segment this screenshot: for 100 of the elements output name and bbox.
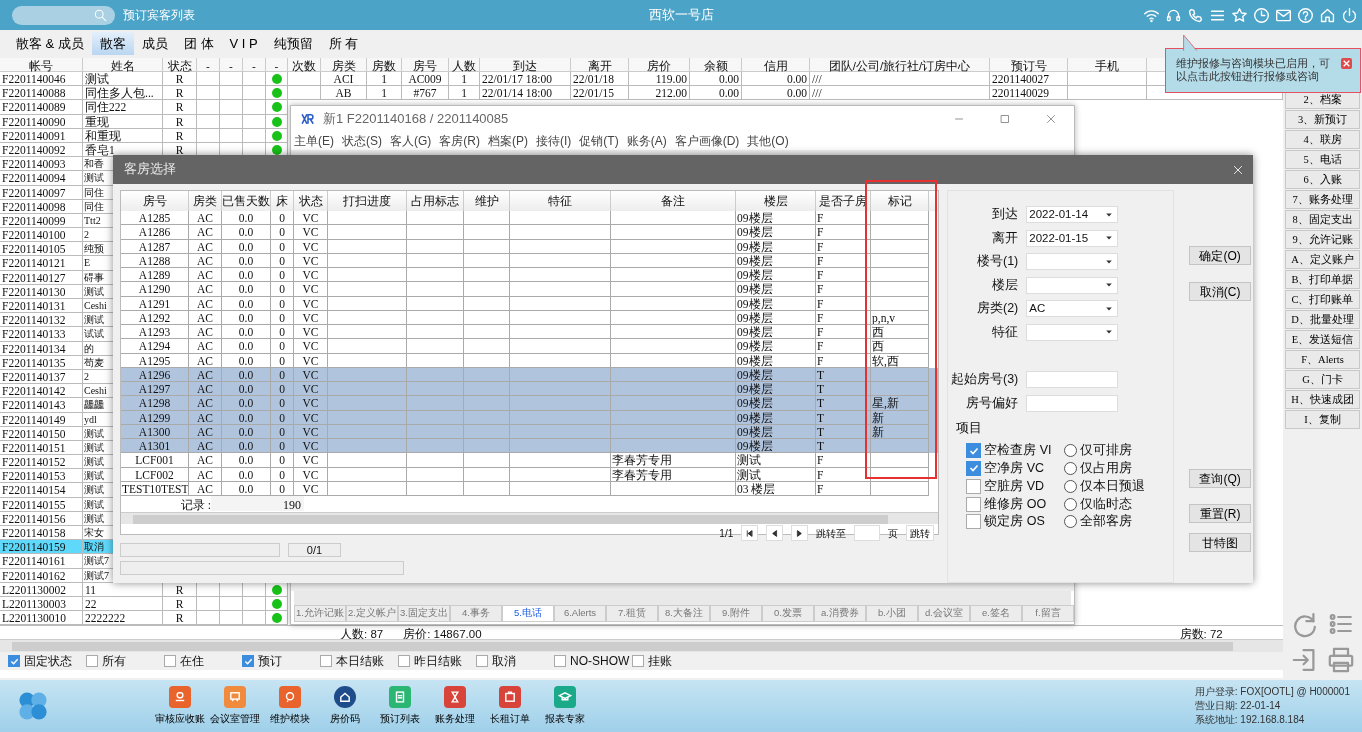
taskbar-app[interactable]: 维护模块	[262, 685, 317, 727]
checkbox[interactable]	[966, 460, 982, 476]
phone-icon[interactable]	[1187, 6, 1204, 24]
dropdown[interactable]: 2022-01-15	[1026, 229, 1119, 247]
checkbox[interactable]	[320, 655, 332, 668]
close-button[interactable]	[1341, 58, 1352, 69]
guest-tab[interactable]: 纯预留	[265, 31, 321, 55]
checkbox[interactable]	[966, 478, 982, 494]
menu-item[interactable]: 其他(O)	[747, 132, 789, 150]
table-row[interactable]: A1292 AC 0.0 0 VC 09楼层 F p,n,v	[121, 310, 939, 325]
checkbox[interactable]	[966, 443, 982, 459]
menu-item[interactable]: 档案(P)	[488, 132, 528, 150]
window-tab[interactable]: 5.电话	[502, 605, 554, 622]
guest-tab[interactable]: 团 体	[175, 31, 222, 55]
side-button[interactable]: I、复制	[1285, 410, 1360, 429]
radio-button[interactable]	[1063, 479, 1077, 493]
taskbar-app[interactable]: 账务处理	[427, 685, 482, 727]
checkbox[interactable]	[242, 655, 254, 668]
guest-tab[interactable]: 散客 & 成员	[8, 31, 92, 55]
table-row[interactable]: A1288 AC 0.0 0 VC 09楼层 F	[121, 253, 939, 268]
table-row[interactable]: A1291 AC 0.0 0 VC 09楼层 F	[121, 296, 939, 311]
dropdown[interactable]: AC	[1026, 300, 1119, 318]
table-row[interactable]: A1285 AC 0.0 0 VC 09楼层 F	[121, 211, 939, 226]
home-icon[interactable]	[1319, 6, 1336, 24]
radio-button[interactable]	[1063, 497, 1077, 511]
window-tab[interactable]: 6.Alerts	[554, 605, 606, 622]
menu-item[interactable]: 账务(A)	[626, 132, 667, 150]
checkbox[interactable]	[632, 655, 644, 668]
side-button[interactable]: G、门卡	[1285, 370, 1360, 389]
side-button[interactable]: A、定义账户	[1285, 250, 1360, 269]
dialog-button[interactable]: 查询(Q)	[1189, 469, 1252, 488]
page-input[interactable]	[854, 525, 881, 541]
star-icon[interactable]	[1231, 6, 1248, 24]
dialog-button[interactable]: 确定(O)	[1189, 246, 1252, 265]
menu-item[interactable]: 主单(E)	[294, 132, 334, 150]
table-row[interactable]: A1289 AC 0.0 0 VC 09楼层 F	[121, 268, 939, 283]
table-row[interactable]: A1294 AC 0.0 0 VC 09楼层 F 西	[121, 339, 939, 354]
menu-item[interactable]: 促销(T)	[579, 132, 619, 150]
checkbox[interactable]	[476, 655, 488, 668]
taskbar-app[interactable]: 房价码	[317, 685, 372, 727]
menu-item[interactable]: 状态(S)	[342, 132, 382, 150]
help-icon[interactable]	[1297, 6, 1314, 24]
checkbox[interactable]	[398, 655, 410, 668]
dropdown[interactable]	[1026, 253, 1119, 271]
dropdown[interactable]: 2022-01-14	[1026, 206, 1119, 224]
table-row[interactable]: TEST10TEST AC 0.0 0 VC 03 楼层 F	[121, 481, 939, 496]
menu-item[interactable]: 客人(G)	[390, 132, 432, 150]
horizontal-scrollbar[interactable]	[121, 512, 939, 524]
table-row[interactable]: A1298 AC 0.0 0 VC 09楼层 T 星,新	[121, 396, 939, 411]
flower-logo-icon[interactable]	[16, 689, 50, 723]
menu-item[interactable]: 客房(R)	[439, 132, 480, 150]
side-button[interactable]: 7、账务处理	[1285, 190, 1360, 209]
side-button[interactable]: 6、入账	[1285, 170, 1360, 189]
window-tab[interactable]: d.会议室	[918, 605, 970, 622]
window-tab[interactable]: 2.定义帐户	[346, 605, 398, 622]
checkbox[interactable]	[86, 655, 98, 668]
dialog-button[interactable]: 重置(R)	[1189, 504, 1252, 523]
table-row[interactable]: A1297 AC 0.0 0 VC 09楼层 T	[121, 382, 939, 397]
input-field[interactable]	[1026, 394, 1119, 412]
checkbox[interactable]	[164, 655, 176, 668]
horizontal-scrollbar[interactable]	[0, 639, 1283, 653]
power-icon[interactable]	[1341, 6, 1358, 24]
checkbox[interactable]	[966, 496, 982, 512]
guest-tab[interactable]: 散客	[91, 31, 134, 55]
side-button[interactable]: H、快速成团	[1285, 390, 1360, 409]
table-row[interactable]: A1295 AC 0.0 0 VC 09楼层 F 软,西	[121, 353, 939, 368]
menu-item[interactable]: 客户画像(D)	[674, 132, 740, 150]
side-button[interactable]: 5、电话	[1285, 150, 1360, 169]
window-tab[interactable]: 7.租赁	[606, 605, 658, 622]
window-tab[interactable]: a.消费券	[814, 605, 866, 622]
table-row[interactable]: LCF002 AC 0.0 0 VC 李春芳专用 测试 F	[121, 467, 939, 482]
radio-button[interactable]	[1063, 461, 1077, 475]
table-row[interactable]: A1290 AC 0.0 0 VC 09楼层 F	[121, 282, 939, 297]
table-row[interactable]: A1287 AC 0.0 0 VC 09楼层 F	[121, 239, 939, 254]
side-button[interactable]: E、发送短信	[1285, 330, 1360, 349]
radio-button[interactable]	[1063, 515, 1077, 529]
side-button[interactable]: 9、允许记账	[1285, 230, 1360, 249]
window-tab[interactable]: 0.发票	[762, 605, 814, 622]
window-tab[interactable]: 8.大备注	[658, 605, 710, 622]
side-button[interactable]: F、Alerts	[1285, 350, 1360, 369]
window-tab[interactable]: 9.附件	[710, 605, 762, 622]
taskbar-app[interactable]: 预订列表	[372, 685, 427, 727]
table-row[interactable]: A1293 AC 0.0 0 VC 09楼层 F 西	[121, 325, 939, 340]
pager-button[interactable]	[791, 525, 809, 541]
pager-button[interactable]	[766, 525, 784, 541]
taskbar-app[interactable]: 报表专家	[537, 685, 592, 727]
dropdown[interactable]	[1026, 276, 1119, 294]
guest-tab[interactable]: 所 有	[320, 31, 367, 55]
goto-button[interactable]: 跳转	[906, 525, 935, 541]
checkbox[interactable]	[554, 655, 566, 668]
guest-tab[interactable]: V I P	[221, 31, 266, 55]
window-tab[interactable]: f.留言	[1022, 605, 1074, 622]
refresh-icon[interactable]	[1291, 610, 1319, 638]
side-button[interactable]: 8、固定支出	[1285, 210, 1360, 229]
window-tab[interactable]: b.小团	[866, 605, 918, 622]
dialog-button[interactable]: 取消(C)	[1189, 282, 1252, 301]
side-button[interactable]: D、批量处理	[1285, 310, 1360, 329]
side-button[interactable]: 4、联房	[1285, 130, 1360, 149]
side-button[interactable]: 3、新预订	[1285, 110, 1360, 129]
side-button[interactable]: C、打印账单	[1285, 290, 1360, 309]
